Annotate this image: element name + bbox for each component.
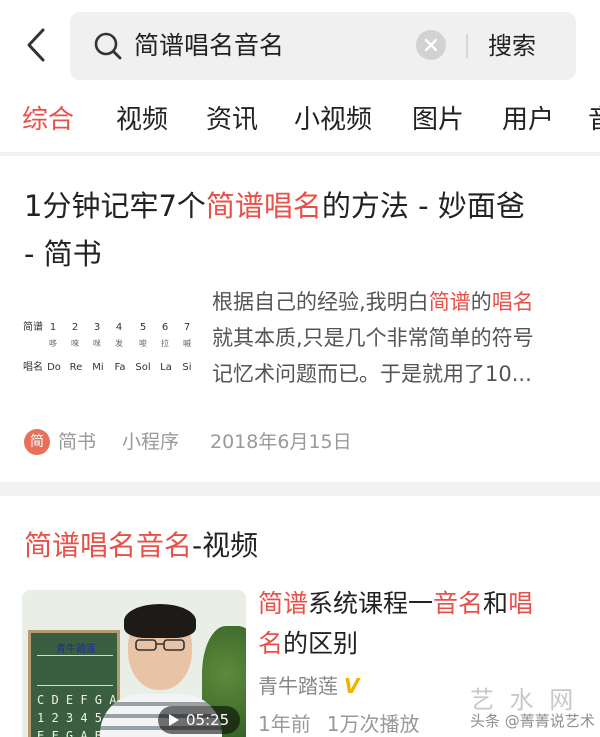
- thumb-row-numbers: 简谱 1 2 3 4 5 6 7: [23, 322, 191, 333]
- tab-users[interactable]: 用户: [502, 100, 554, 140]
- search-result-article[interactable]: 1分钟记牢7个简谱唱名的方法 - 妙面爸 - 简书 简谱 1 2 3 4 5 6…: [0, 156, 600, 482]
- verified-icon: V: [344, 674, 360, 698]
- video-age: 1年前: [258, 712, 311, 736]
- video-author[interactable]: 青牛踏莲 V: [258, 670, 359, 702]
- search-bar: 简谱唱名音名 搜索: [70, 12, 576, 80]
- back-button[interactable]: [16, 22, 56, 68]
- play-icon: [169, 714, 179, 726]
- tab-video[interactable]: 视频: [116, 100, 168, 140]
- publish-date: 2018年6月15日: [210, 431, 352, 453]
- result-title[interactable]: 1分钟记牢7个简谱唱名的方法 - 妙面爸: [24, 182, 525, 230]
- source-type: 小程序: [122, 431, 180, 453]
- result-title-line2: - 简书: [24, 237, 102, 271]
- search-button[interactable]: 搜索: [488, 26, 536, 66]
- category-tabs: 综合 视频 资讯 小视频 图片 用户 音: [0, 96, 600, 148]
- close-icon: [424, 38, 438, 52]
- video-meta: 1年前 1万次播放: [258, 708, 435, 737]
- result-snippet-line1: 根据自己的经验,我明白简谱的唱名: [212, 290, 534, 314]
- top-bar: 简谱唱名音名 搜索 综合 视频 资讯 小视频 图片 用户 音: [0, 0, 600, 152]
- result-snippet-line3: 记忆术问题而已。于是就用了10...: [212, 362, 532, 386]
- thumb-row-chinese: 哆 唻 咪 发 唆 拉 嘁: [49, 339, 191, 348]
- watermark-text: 头条 @菁菁说艺术: [470, 712, 595, 730]
- tab-music[interactable]: 音: [588, 100, 600, 140]
- result-thumbnail[interactable]: 简谱 1 2 3 4 5 6 7 哆 唻 咪 发 唆 拉 嘁 唱名 Do Re …: [22, 316, 198, 388]
- video-title[interactable]: 简谱系统课程一音名和唱 名的区别: [258, 584, 578, 664]
- thumb-sign: 青牛踏莲: [56, 644, 96, 655]
- glasses-icon: [135, 639, 185, 651]
- tab-images[interactable]: 图片: [412, 100, 464, 140]
- video-thumbnail[interactable]: C D E F G A B 1 2 3 4 5 6 7 E F G A B C …: [22, 590, 246, 737]
- search-icon: [94, 32, 122, 60]
- play-button[interactable]: 05:25: [158, 706, 240, 734]
- chevron-left-icon: [27, 28, 45, 62]
- person-hair: [124, 604, 196, 638]
- clear-button[interactable]: [416, 30, 446, 60]
- section-title[interactable]: 简谱唱名音名-视频: [24, 522, 258, 570]
- search-input[interactable]: 简谱唱名音名: [134, 26, 284, 66]
- result-snippet-line2: 就其本质,只是几个非常简单的符号: [212, 326, 534, 350]
- tab-comprehensive[interactable]: 综合: [22, 100, 74, 140]
- thumb-row-solfege: 唱名 Do Re Mi Fa Sol La Si: [23, 362, 192, 373]
- video-plays: 1万次播放: [326, 712, 420, 736]
- tab-news[interactable]: 资讯: [206, 100, 258, 140]
- source-badge-icon: 简: [24, 429, 50, 455]
- divider: [466, 34, 468, 58]
- video-duration: 05:25: [186, 711, 230, 729]
- tab-short-video[interactable]: 小视频: [294, 100, 372, 140]
- source-name[interactable]: 简书: [58, 424, 96, 460]
